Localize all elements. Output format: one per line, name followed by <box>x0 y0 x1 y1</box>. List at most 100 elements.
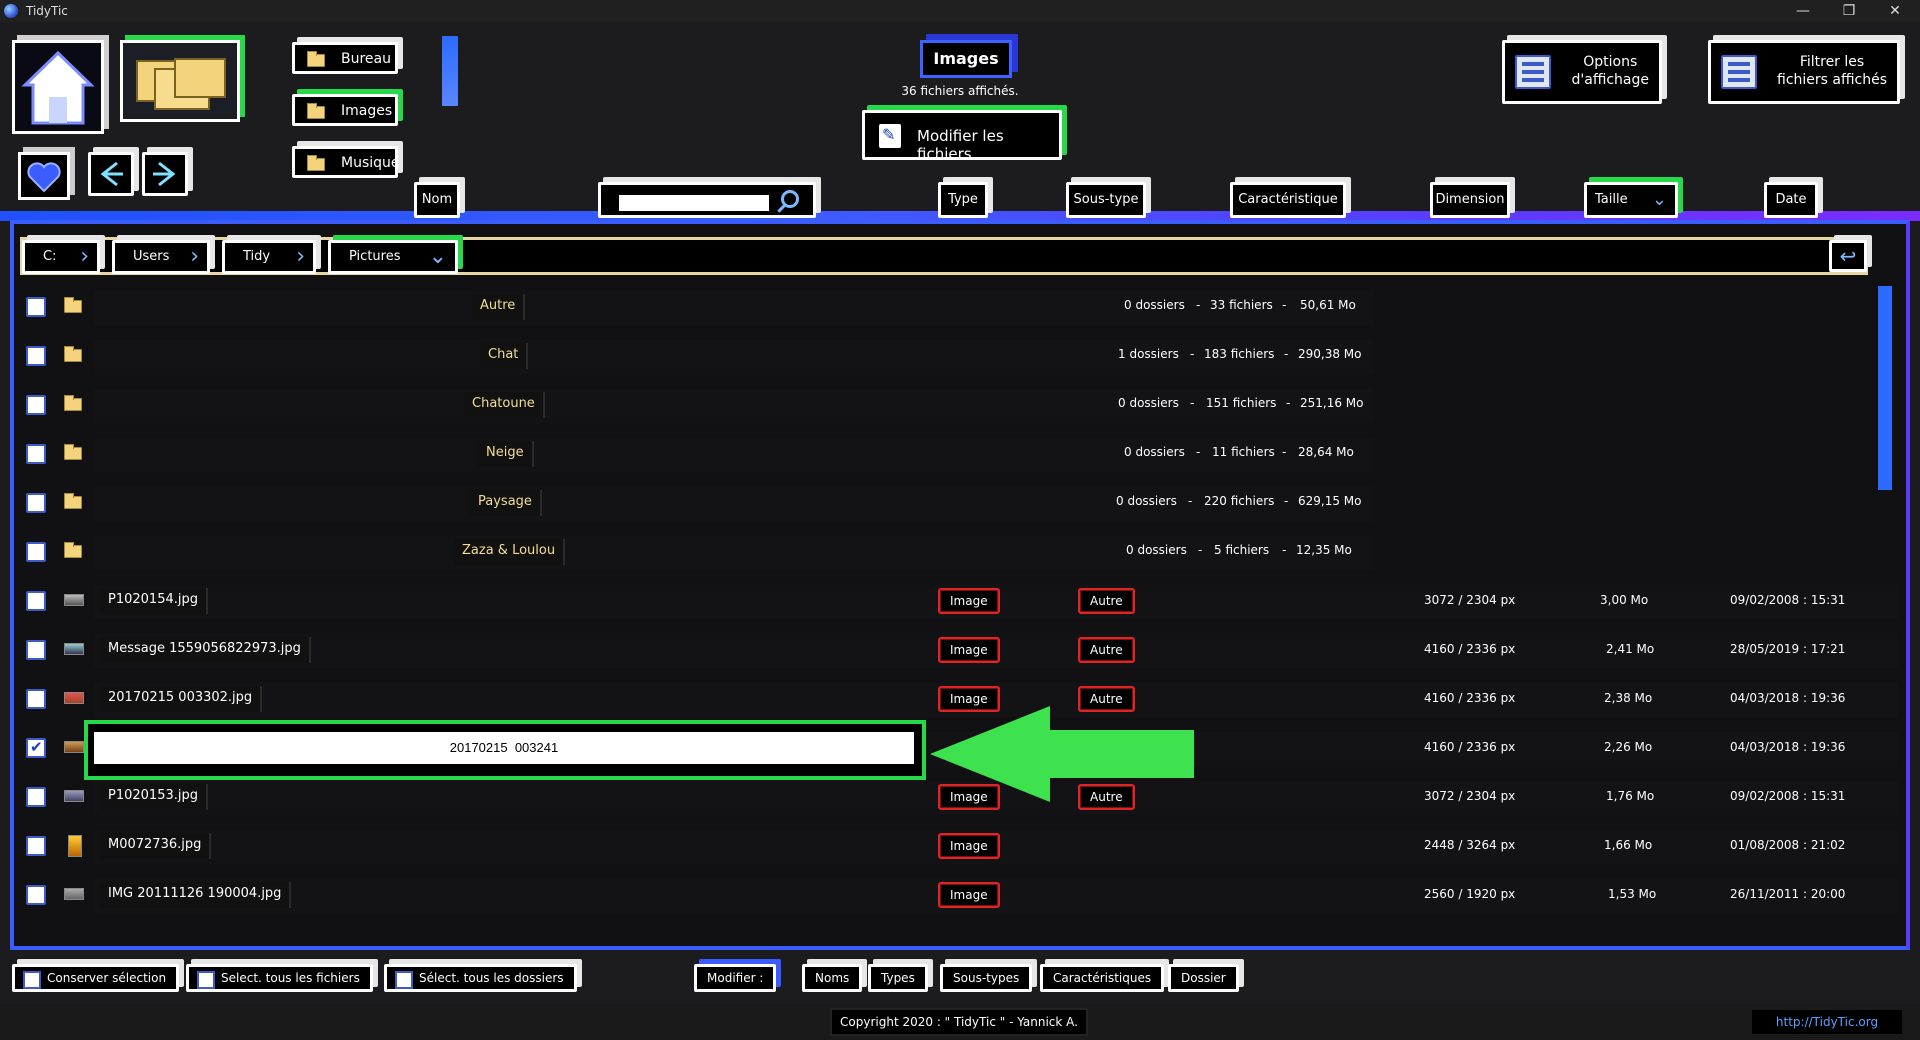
row-checkbox[interactable] <box>26 591 46 611</box>
file-row[interactable]: P1020154.jpg Image Autre 3072 / 2304 px … <box>18 582 1898 622</box>
row-checkbox[interactable] <box>26 297 46 317</box>
keep-selection-button[interactable]: Conserver sélection <box>12 964 180 992</box>
folder-row[interactable]: Chatoune 0 dossiers - 151 fichiers - 251… <box>18 386 1870 426</box>
location-musique-button[interactable]: Musique <box>292 146 400 178</box>
search-icon[interactable] <box>781 190 799 208</box>
folder-row[interactable]: Paysage 0 dossiers - 220 fichiers - 629,… <box>18 484 1870 524</box>
folder-file-count: 183 fichiers <box>1204 347 1275 361</box>
file-name[interactable]: Message 1559056822973.jpg <box>100 637 311 663</box>
modify-characteristics-button[interactable]: Caractéristiques <box>1040 964 1165 992</box>
close-button[interactable]: ✕ <box>1872 0 1918 22</box>
image-thumbnail <box>64 888 84 900</box>
type-tag[interactable]: Image <box>938 882 1000 908</box>
favorites-button[interactable] <box>18 152 70 200</box>
type-tag[interactable]: Image <box>938 637 1000 663</box>
folder-row[interactable]: Chat 1 dossiers - 183 fichiers - 290,38 … <box>18 337 1870 377</box>
maximize-button[interactable]: ❐ <box>1826 0 1872 22</box>
file-row[interactable]: IMG 20111126 190004.jpg Image 2560 / 192… <box>18 876 1898 916</box>
select-all-folders-button[interactable]: Sélect. tous les dossiers <box>384 964 577 992</box>
search-input[interactable] <box>619 195 769 211</box>
row-checkbox[interactable] <box>26 738 46 758</box>
rename-input[interactable] <box>94 732 914 764</box>
tab-taille[interactable]: Taille ⌄ <box>1584 182 1678 218</box>
file-name[interactable]: P1020154.jpg <box>100 588 208 614</box>
image-thumbnail <box>64 594 84 606</box>
tab-caracteristique[interactable]: Caractéristique <box>1230 182 1346 218</box>
folder-name[interactable]: Paysage <box>470 490 542 516</box>
select-all-files-button[interactable]: Select. tous les fichiers <box>186 964 373 992</box>
folder-row[interactable]: Neige 0 dossiers - 11 fichiers - 28,64 M… <box>18 435 1870 475</box>
row-checkbox[interactable] <box>26 689 46 709</box>
row-checkbox[interactable] <box>26 542 46 562</box>
type-tag[interactable]: Image <box>938 833 1000 859</box>
row-checkbox[interactable] <box>26 640 46 660</box>
modify-folder-button[interactable]: Dossier <box>1168 964 1239 992</box>
website-link[interactable]: http://TidyTic.org <box>1752 1010 1902 1034</box>
file-row[interactable]: M0072736.jpg Image 2448 / 3264 px 1,66 M… <box>18 827 1898 867</box>
image-thumbnail <box>64 741 84 753</box>
folder-file-count: 11 fichiers <box>1212 445 1275 459</box>
file-name[interactable]: P1020153.jpg <box>100 784 208 810</box>
row-checkbox[interactable] <box>26 493 46 513</box>
back-button[interactable] <box>88 152 134 196</box>
file-name[interactable]: 20170215 003302.jpg <box>100 686 263 712</box>
search-box[interactable] <box>598 182 816 218</box>
row-checkbox[interactable] <box>26 444 46 464</box>
modify-types-button[interactable]: Types <box>868 964 928 992</box>
tab-type[interactable]: Type <box>938 182 988 218</box>
filter-files-button[interactable]: Filtrer les fichiers affichés <box>1708 40 1900 104</box>
file-date: 01/08/2008 : 21:02 <box>1730 838 1846 852</box>
locations-scrollbar[interactable] <box>442 36 458 106</box>
file-date: 28/05/2019 : 17:21 <box>1730 642 1846 656</box>
folder-name[interactable]: Chat <box>480 343 529 369</box>
breadcrumb-item-tidy[interactable]: Tidy › <box>222 240 316 274</box>
minimize-button[interactable]: — <box>1780 0 1826 22</box>
list-scrollbar[interactable] <box>1878 286 1892 490</box>
modify-files-button[interactable]: Modifier les fichiers <box>862 110 1062 163</box>
folder-size: 12,35 Mo <box>1296 543 1352 557</box>
row-checkbox[interactable] <box>26 395 46 415</box>
folder-name[interactable]: Zaza & Loulou <box>454 539 566 565</box>
breadcrumb-item-c[interactable]: C: › <box>22 240 100 274</box>
display-options-button[interactable]: Options d'affichage <box>1502 40 1662 104</box>
tab-dimension[interactable]: Dimension <box>1430 182 1510 218</box>
modify-subtypes-button[interactable]: Sous-types <box>940 964 1033 992</box>
file-row[interactable]: Message 1559056822973.jpg Image Autre 41… <box>18 631 1898 671</box>
file-size: 2,26 Mo <box>1604 740 1653 754</box>
location-images-button[interactable]: Images <box>292 94 398 126</box>
row-checkbox[interactable] <box>26 885 46 905</box>
return-button[interactable]: ↩ <box>1829 240 1867 272</box>
tab-nom[interactable]: Nom <box>414 182 460 218</box>
folders-icon <box>136 58 226 110</box>
folder-name[interactable]: Autre <box>472 294 526 320</box>
forward-button[interactable] <box>142 152 188 196</box>
chevron-down-icon: ⌄ <box>1651 189 1667 210</box>
file-date: 04/03/2018 : 19:36 <box>1730 691 1846 705</box>
folder-name[interactable]: Neige <box>478 441 534 467</box>
row-checkbox[interactable] <box>26 836 46 856</box>
location-bureau-button[interactable]: Bureau <box>292 42 398 74</box>
folders-button[interactable] <box>120 40 240 122</box>
tab-sous-type[interactable]: Sous-type <box>1066 182 1146 218</box>
type-tag[interactable]: Image <box>938 588 1000 614</box>
subtype-tag[interactable]: Autre <box>1078 637 1135 663</box>
tab-date[interactable]: Date <box>1764 182 1818 218</box>
row-checkbox[interactable] <box>26 346 46 366</box>
options-label-2: d'affichage <box>1571 72 1650 88</box>
modify-names-button[interactable]: Noms <box>802 964 863 992</box>
folder-row[interactable]: Autre 0 dossiers - 33 fichiers - 50,61 M… <box>18 288 1870 328</box>
subtype-tag[interactable]: Autre <box>1078 588 1135 614</box>
row-checkbox[interactable] <box>26 787 46 807</box>
breadcrumb-item-pictures[interactable]: Pictures ⌄ <box>328 240 458 274</box>
file-name[interactable]: IMG 20111126 190004.jpg <box>100 882 292 908</box>
file-date: 04/03/2018 : 19:36 <box>1730 740 1846 754</box>
file-date: 26/11/2011 : 20:00 <box>1730 887 1846 901</box>
folder-row[interactable]: Zaza & Loulou 0 dossiers - 5 fichiers - … <box>18 533 1870 573</box>
file-name[interactable]: M0072736.jpg <box>100 833 212 859</box>
title-bar: TidyTic — ❐ ✕ <box>0 0 1920 22</box>
breadcrumb-item-users[interactable]: Users › <box>112 240 210 274</box>
folder-subfolder-count: 0 dossiers <box>1124 298 1185 312</box>
folder-name[interactable]: Chatoune <box>464 392 545 418</box>
home-button[interactable] <box>12 40 104 134</box>
filter-icon <box>1721 55 1757 89</box>
